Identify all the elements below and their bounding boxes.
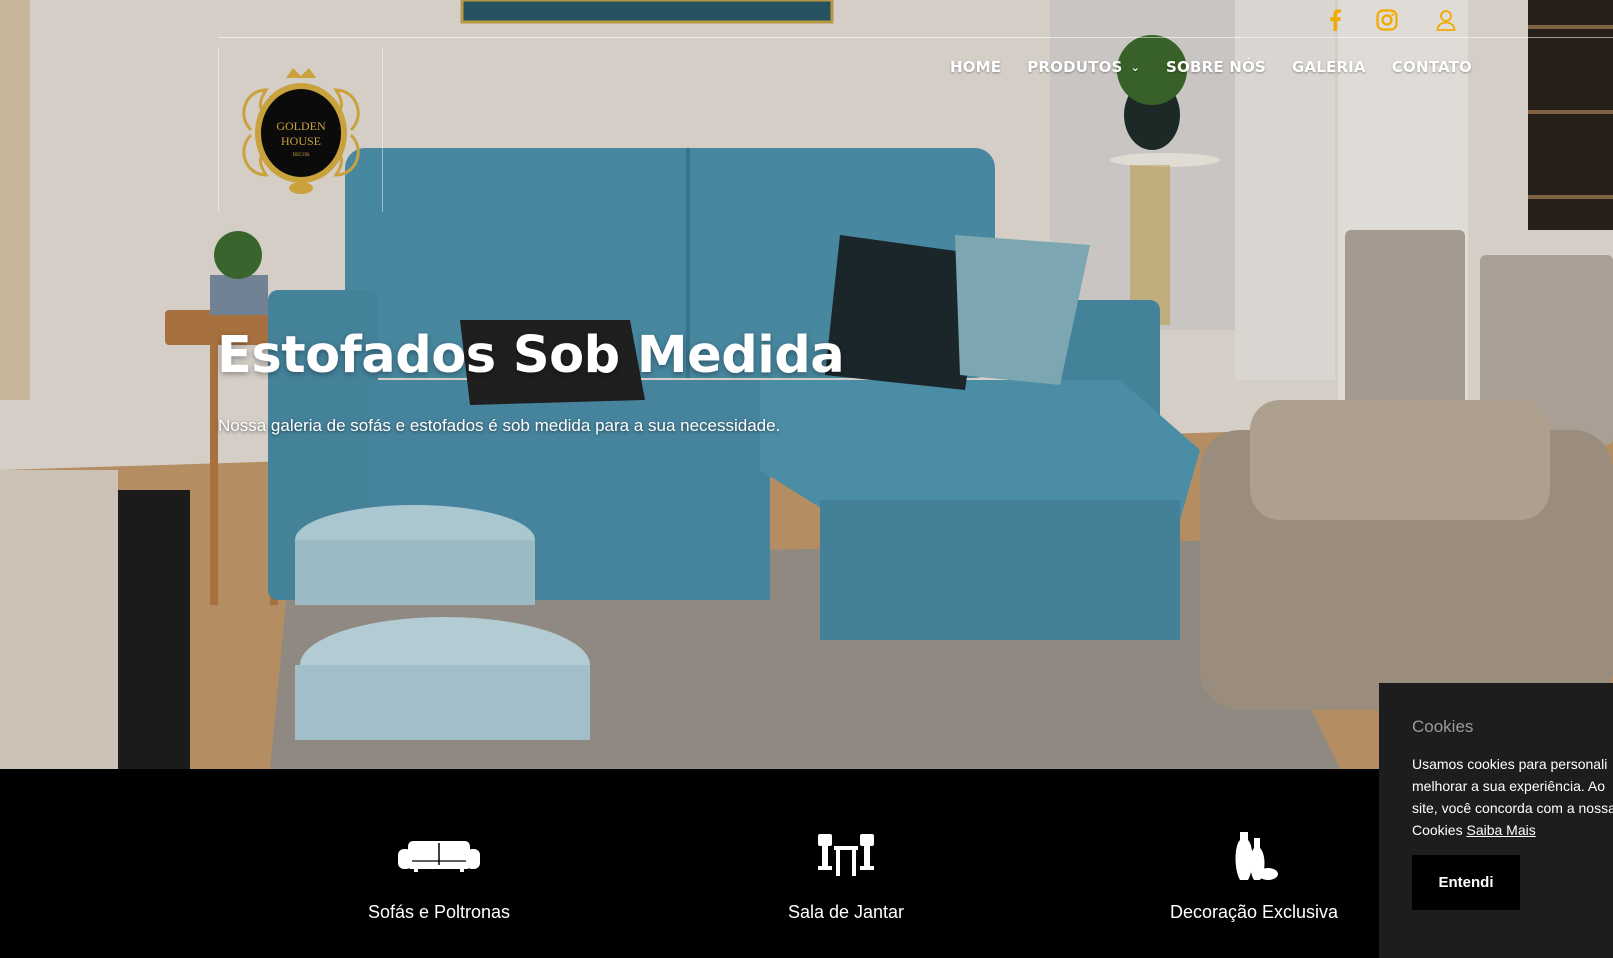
category-decor-label: Decoração Exclusiva [1169,902,1339,922]
nav-sobre-nos-label: SOBRE NÓS [1165,58,1266,76]
cookie-text-line4: Cookies [1412,822,1463,838]
main-nav: HOME PRODUTOS ⌄ SOBRE NÓS GALERIA CONTATO [950,58,1472,76]
cookie-learn-more-link[interactable]: Saiba Mais [1466,822,1535,838]
logo-text-line2: HOUSE [280,134,320,148]
cookie-text-line3: site, você concorda com a nossa [1412,800,1613,816]
facebook-icon [1330,9,1341,31]
nav-produtos-label: PRODUTOS [1027,58,1123,76]
sofa-icon [398,841,480,872]
header-divider [218,37,1613,38]
cookie-accept-button[interactable]: Entendi [1412,855,1520,910]
logo-link[interactable]: GOLDEN HOUSE DECOR [218,47,383,212]
dining-table-icon [818,834,874,876]
instagram-link[interactable] [1374,7,1400,33]
cookie-text-line1: Usamos cookies para personali [1412,756,1608,772]
nav-home[interactable]: HOME [950,58,1001,76]
cookie-title: Cookies [1412,717,1474,736]
logo-text-line1: GOLDEN [276,119,326,133]
instagram-icon [1376,9,1398,31]
nav-galeria[interactable]: GALERIA [1292,58,1366,76]
account-link[interactable] [1433,7,1459,33]
nav-contato-label: CONTATO [1391,58,1472,76]
hero-title: Estofados Sob Medida [217,326,845,385]
category-decor[interactable]: Decoração Exclusiva [1104,769,1404,958]
category-sofas-label: Sofás e Poltronas [367,902,511,922]
cookie-banner: Cookies Usamos cookies para personali me… [1379,683,1613,958]
hero-banner: GOLDEN HOUSE DECOR HOME PRODUTOS ⌄ SOBRE … [0,0,1613,769]
nav-galeria-label: GALERIA [1291,58,1366,76]
category-dining[interactable]: Sala de Jantar [696,769,996,958]
nav-sobre-nos[interactable]: SOBRE NÓS [1166,58,1266,76]
nav-home-label: HOME [949,58,1002,76]
logo-text-line3: DECOR [292,153,310,158]
vases-icon [1235,832,1278,880]
user-icon [1436,10,1456,31]
category-dining-label: Sala de Jantar [787,902,905,922]
chevron-down-icon: ⌄ [1130,60,1140,74]
cookie-message: Usamos cookies para personali melhorar a… [1412,753,1613,841]
nav-produtos[interactable]: PRODUTOS ⌄ [1027,58,1140,76]
category-sofas[interactable]: Sofás e Poltronas [289,769,589,958]
hero-subtitle: Nossa galeria de sofás e estofados é sob… [218,416,781,435]
page: GOLDEN HOUSE DECOR HOME PRODUTOS ⌄ SOBRE … [0,0,1613,958]
cookie-text-line2: melhorar a sua experiência. Ao [1412,778,1605,794]
facebook-link[interactable] [1322,7,1348,33]
nav-contato[interactable]: CONTATO [1392,58,1472,76]
golden-house-logo: GOLDEN HOUSE DECOR [241,67,360,194]
categories-bar: Sofás e Poltronas Sala de Jantar Decoraç… [0,769,1613,958]
